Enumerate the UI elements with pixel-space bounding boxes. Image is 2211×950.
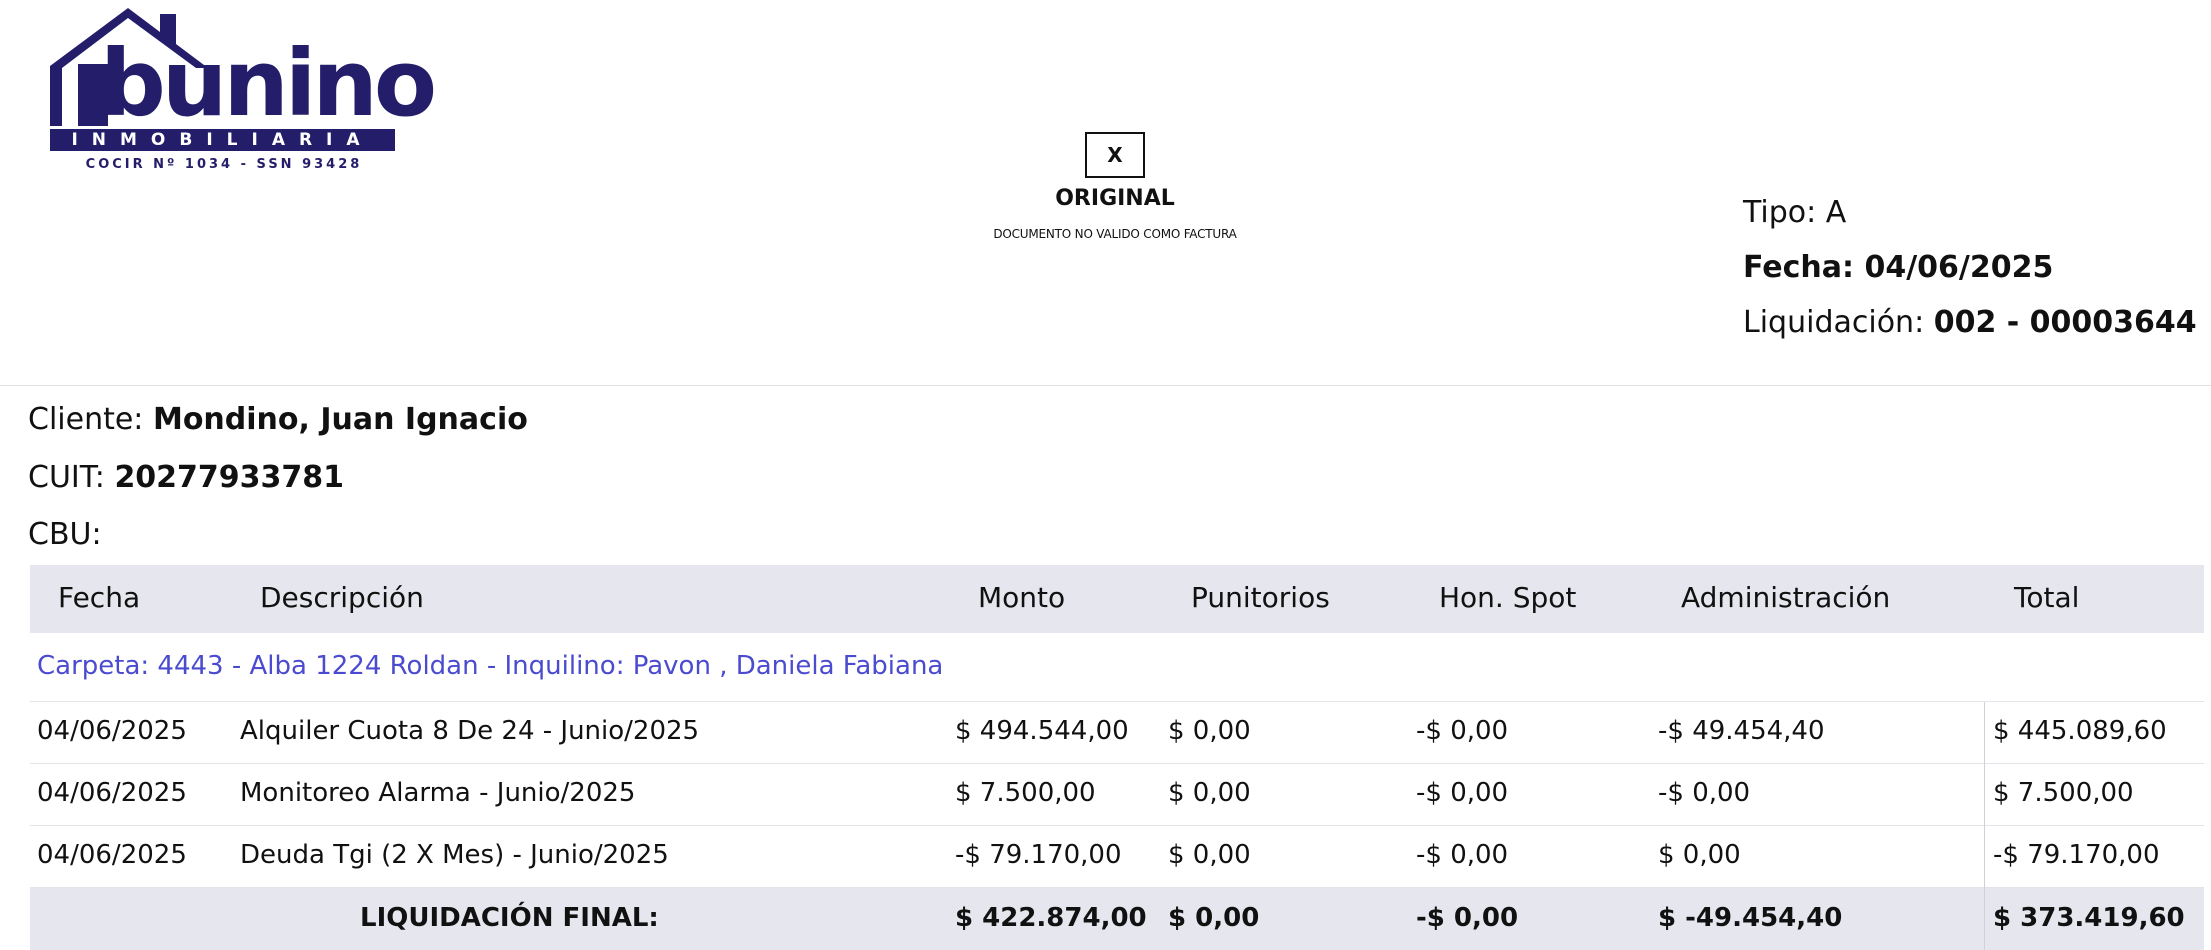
cell-fecha: 04/06/2025 — [37, 778, 187, 808]
logo-registration: COCIR Nº 1034 - SSN 93428 — [85, 157, 363, 172]
cell-hon-spot: -$ 0,00 — [1416, 778, 1509, 808]
col-hon-spot: Hon. Spot — [1439, 581, 1577, 614]
cell-total: $ 7.500,00 — [1993, 778, 2134, 808]
col-total: Total — [2014, 581, 2080, 614]
table-footer: LIQUIDACIÓN FINAL: $ 422.874,00 $ 0,00 -… — [30, 888, 2204, 950]
cell-administracion: -$ 0,00 — [1658, 778, 1751, 808]
total-column-divider — [1984, 702, 1985, 950]
cell-monto: $ 7.500,00 — [955, 778, 1096, 808]
col-monto: Monto — [978, 581, 1066, 614]
tipo-line: Tipo: A — [1743, 195, 1846, 230]
cell-total: -$ 79.170,00 — [1993, 840, 2160, 870]
cuit-line: CUIT: 20277933781 — [28, 460, 344, 495]
table-row: 04/06/2025 Monitoreo Alarma - Junio/2025… — [30, 764, 2204, 826]
cell-descripcion: Monitoreo Alarma - Junio/2025 — [240, 778, 636, 808]
tipo-label: Tipo: — [1743, 195, 1817, 230]
logo-wordmark: bunino — [100, 30, 437, 137]
header-divider — [0, 385, 2211, 386]
footer-punitorios: $ 0,00 — [1168, 903, 1260, 933]
footer-hon-spot: -$ 0,00 — [1416, 903, 1519, 933]
footer-label: LIQUIDACIÓN FINAL: — [360, 903, 659, 933]
cell-descripcion: Alquiler Cuota 8 De 24 - Junio/2025 — [240, 716, 700, 746]
cell-total: $ 445.089,60 — [1993, 716, 2167, 746]
cuit-label: CUIT: — [28, 460, 105, 495]
liquidacion-value: 002 - 00003644 — [1933, 305, 2197, 340]
cell-monto: -$ 79.170,00 — [955, 840, 1122, 870]
cell-punitorios: $ 0,00 — [1168, 778, 1251, 808]
cell-administracion: -$ 49.454,40 — [1658, 716, 1825, 746]
fecha-value: 04/06/2025 — [1864, 250, 2054, 285]
cell-punitorios: $ 0,00 — [1168, 840, 1251, 870]
footer-monto: $ 422.874,00 — [955, 903, 1147, 933]
cliente-value: Mondino, Juan Ignacio — [152, 402, 528, 437]
cell-fecha: 04/06/2025 — [37, 716, 187, 746]
fecha-line: Fecha: 04/06/2025 — [1743, 250, 2053, 285]
cbu-label: CBU: — [28, 517, 102, 552]
fecha-label: Fecha: — [1743, 250, 1855, 285]
cuit-value: 20277933781 — [114, 460, 345, 495]
tipo-value: A — [1825, 195, 1847, 230]
cell-hon-spot: -$ 0,00 — [1416, 716, 1509, 746]
cliente-line: Cliente: Mondino, Juan Ignacio — [28, 402, 528, 437]
cell-punitorios: $ 0,00 — [1168, 716, 1251, 746]
table-row: 04/06/2025 Alquiler Cuota 8 De 24 - Juni… — [30, 702, 2204, 764]
carpeta-row: Carpeta: 4443 - Alba 1224 Roldan - Inqui… — [30, 633, 2204, 702]
cell-hon-spot: -$ 0,00 — [1416, 840, 1509, 870]
copy-label: ORIGINAL — [1055, 186, 1175, 211]
cell-fecha: 04/06/2025 — [37, 840, 187, 870]
footer-total: $ 373.419,60 — [1993, 903, 2185, 933]
liquidacion-label: Liquidación: — [1743, 305, 1925, 340]
cell-administracion: $ 0,00 — [1658, 840, 1741, 870]
cbu-line: CBU: — [28, 517, 102, 552]
table-row: 04/06/2025 Deuda Tgi (2 X Mes) - Junio/2… — [30, 826, 2204, 888]
liquidacion-line: Liquidación: 002 - 00003644 — [1743, 305, 2197, 340]
col-punitorios: Punitorios — [1191, 581, 1330, 614]
document-note: DOCUMENTO NO VALIDO COMO FACTURA — [993, 227, 1237, 241]
table-header: Fecha Descripción Monto Punitorios Hon. … — [30, 565, 2204, 633]
col-fecha: Fecha — [58, 581, 141, 614]
copy-mark-box: X — [1085, 132, 1145, 178]
col-descripcion: Descripción — [260, 581, 424, 614]
cliente-label: Cliente: — [28, 402, 144, 437]
company-logo: bunino INMOBILIARIA COCIR Nº 1034 - SSN … — [48, 8, 437, 173]
footer-administracion: $ -49.454,40 — [1658, 903, 1843, 933]
logo-subtitle: INMOBILIARIA — [50, 129, 395, 151]
cell-monto: $ 494.544,00 — [955, 716, 1129, 746]
carpeta-label: Carpeta: 4443 - Alba 1224 Roldan - Inqui… — [37, 651, 944, 681]
cell-descripcion: Deuda Tgi (2 X Mes) - Junio/2025 — [240, 840, 669, 870]
col-administracion: Administración — [1681, 581, 1891, 614]
